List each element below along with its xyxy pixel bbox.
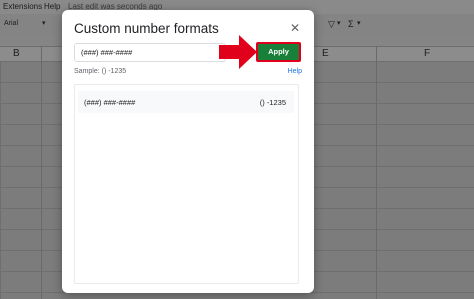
font-family-select[interactable]: Arial [4,14,18,34]
dialog-title: Custom number formats [74,21,219,36]
format-input[interactable] [74,43,226,62]
format-pattern: (###) ###-#### [84,98,136,107]
sigma-icon[interactable]: Σ [348,14,354,34]
column-divider [376,46,377,299]
close-icon[interactable]: ✕ [290,22,300,34]
menu-help[interactable]: Help [44,1,60,13]
sample-preview: Sample: () -1235 [74,68,127,75]
red-arrow-annotation [219,35,257,69]
menu-extensions[interactable]: Extensions [3,1,42,13]
format-list-item[interactable]: (###) ###-#### () -1235 [78,91,294,113]
column-header-b[interactable]: B [13,48,20,59]
chevron-down-icon[interactable]: ▾ [337,14,341,34]
chevron-down-icon[interactable]: ▾ [42,14,46,34]
column-header-f[interactable]: F [424,48,430,59]
custom-number-formats-dialog: Custom number formats ✕ Apply Sample: ()… [62,10,314,293]
help-link[interactable]: Help [288,68,302,75]
format-list: (###) ###-#### () -1235 [74,84,299,284]
filter-icon[interactable]: ▽ [328,14,335,34]
apply-button[interactable]: Apply [256,42,301,62]
column-header-e[interactable]: E [322,48,329,59]
format-sample: () -1235 [259,98,286,107]
column-divider [41,46,42,299]
chevron-down-icon[interactable]: ▾ [357,14,361,34]
